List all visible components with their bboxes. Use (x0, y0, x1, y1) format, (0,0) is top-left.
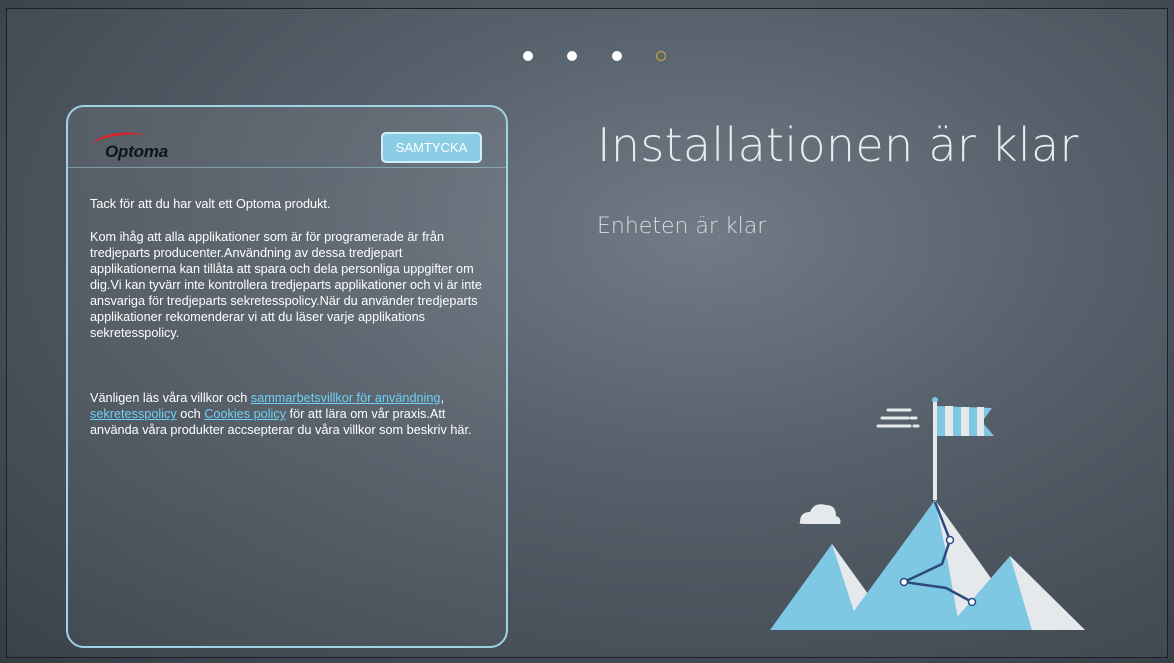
card-header: Optoma SAMTYCKA (68, 107, 506, 168)
terms-text: Tack för att du har valt ett Optoma prod… (90, 196, 490, 438)
agree-button[interactable]: SAMTYCKA (381, 132, 482, 163)
cloud-icon (799, 504, 841, 524)
page-title: Installationen är klar (597, 118, 1079, 172)
progress-dot-1 (523, 51, 533, 61)
page-subtitle: Enheten är klar (597, 214, 767, 239)
thanks-paragraph: Tack för att du har valt ett Optoma prod… (90, 197, 331, 211)
progress-dot-3 (612, 51, 622, 61)
privacy-policy-link[interactable]: sekretesspolicy (90, 407, 177, 421)
terms-card: Optoma SAMTYCKA Tack för att du har valt… (66, 105, 508, 648)
mountain-flag-illustration-icon (770, 397, 1085, 630)
third-party-paragraph: Kom ihåg att alla applikationer som är f… (90, 230, 482, 340)
progress-dot-2 (567, 51, 577, 61)
flag-icon (937, 406, 994, 436)
cookies-policy-link[interactable]: Cookies policy (204, 407, 286, 421)
progress-dots (0, 51, 1174, 67)
terms-sep-2: och (176, 407, 205, 421)
progress-dot-4-active (656, 51, 666, 61)
terms-of-use-link[interactable]: sammarbetsvillkor för användning (251, 391, 441, 405)
logo-text: Optoma (105, 142, 169, 161)
speed-lines-icon (876, 408, 920, 428)
terms-text-start: Vänligen läs våra villkor och (90, 391, 251, 405)
terms-sep-1: , (440, 391, 445, 405)
optoma-logo: Optoma (90, 131, 200, 163)
terms-paragraph: Vänligen läs våra villkor och sammarbets… (90, 390, 490, 438)
